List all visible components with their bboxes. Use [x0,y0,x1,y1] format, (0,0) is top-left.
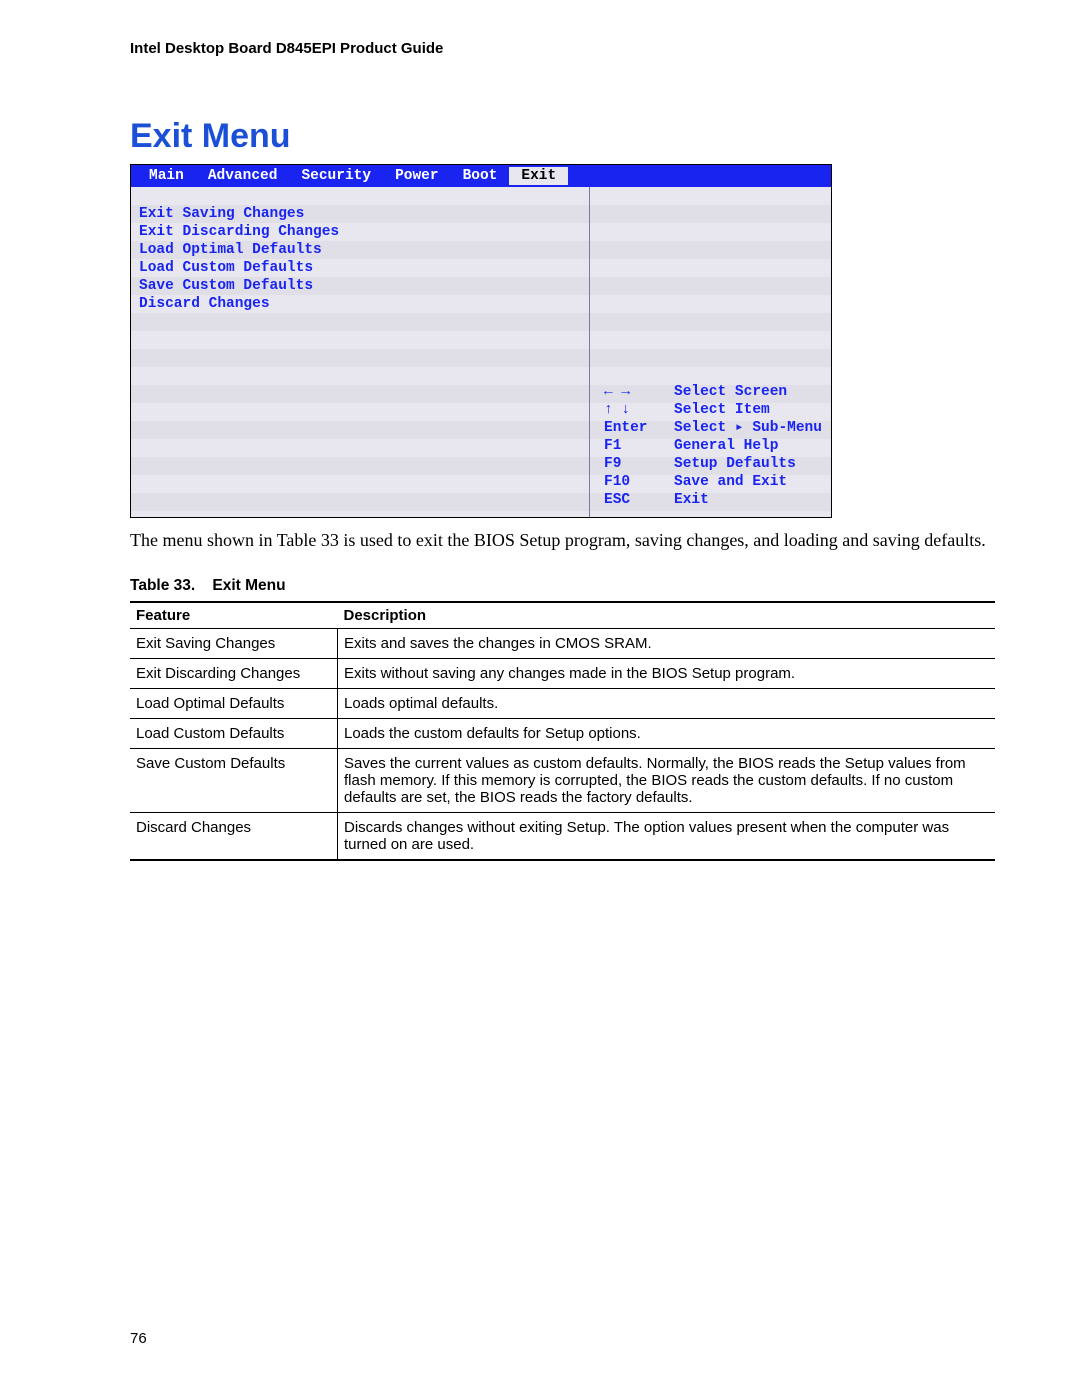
help-label: Select Screen [674,383,787,401]
bios-tab-security: Security [289,167,383,185]
cell-description: Exits without saving any changes made in… [338,659,996,689]
help-label: Select ▸ Sub-Menu [674,419,822,437]
bios-tab-boot: Boot [451,167,510,185]
bios-menu-item: Load Optimal Defaults [139,241,581,259]
table-row: Load Optimal Defaults Loads optimal defa… [130,689,995,719]
body-paragraph: The menu shown in Table 33 is used to ex… [130,528,995,552]
page-number: 76 [130,1330,147,1347]
help-key: ESC [604,491,674,509]
cell-feature: Load Optimal Defaults [130,689,338,719]
bios-tab-power: Power [383,167,451,185]
help-key: F1 [604,437,674,455]
bios-menu-list: Exit Saving Changes Exit Discarding Chan… [131,187,589,517]
help-label: Setup Defaults [674,455,796,473]
col-header-description: Description [338,602,996,629]
help-key: ← → [604,383,674,401]
bios-tab-advanced: Advanced [196,167,290,185]
help-label: General Help [674,437,778,455]
table-row: Discard Changes Discards changes without… [130,813,995,861]
table-row: Load Custom Defaults Loads the custom de… [130,719,995,749]
bios-screenshot: Main Advanced Security Power Boot Exit E… [130,164,832,518]
bios-tab-bar: Main Advanced Security Power Boot Exit [131,165,831,187]
cell-feature: Exit Saving Changes [130,629,338,659]
cell-description: Loads the custom defaults for Setup opti… [338,719,996,749]
table-row: Exit Saving Changes Exits and saves the … [130,629,995,659]
bios-tab-main: Main [137,167,196,185]
help-label: Select Item [674,401,770,419]
table-row: Exit Discarding Changes Exits without sa… [130,659,995,689]
bios-menu-item: Save Custom Defaults [139,277,581,295]
cell-feature: Discard Changes [130,813,338,861]
help-key: ↑ ↓ [604,401,674,419]
exit-menu-table: Feature Description Exit Saving Changes … [130,601,995,861]
cell-description: Saves the current values as custom defau… [338,749,996,813]
cell-description: Exits and saves the changes in CMOS SRAM… [338,629,996,659]
help-label: Save and Exit [674,473,787,491]
table-caption: Table 33. Exit Menu [130,577,995,595]
help-key: Enter [604,419,674,437]
section-title: Exit Menu [130,117,995,156]
col-header-feature: Feature [130,602,338,629]
cell-description: Discards changes without exiting Setup. … [338,813,996,861]
help-label: Exit [674,491,709,509]
cell-feature: Exit Discarding Changes [130,659,338,689]
bios-menu-item: Exit Saving Changes [139,205,581,223]
bios-help-panel: ← →Select Screen ↑ ↓Select Item EnterSel… [589,187,831,517]
cell-feature: Load Custom Defaults [130,719,338,749]
bios-menu-item: Load Custom Defaults [139,259,581,277]
help-key: F9 [604,455,674,473]
table-row: Save Custom Defaults Saves the current v… [130,749,995,813]
doc-header: Intel Desktop Board D845EPI Product Guid… [130,40,995,57]
help-key: F10 [604,473,674,491]
bios-menu-item: Discard Changes [139,295,581,313]
cell-feature: Save Custom Defaults [130,749,338,813]
cell-description: Loads optimal defaults. [338,689,996,719]
bios-tab-exit: Exit [509,167,568,185]
bios-menu-item: Exit Discarding Changes [139,223,581,241]
